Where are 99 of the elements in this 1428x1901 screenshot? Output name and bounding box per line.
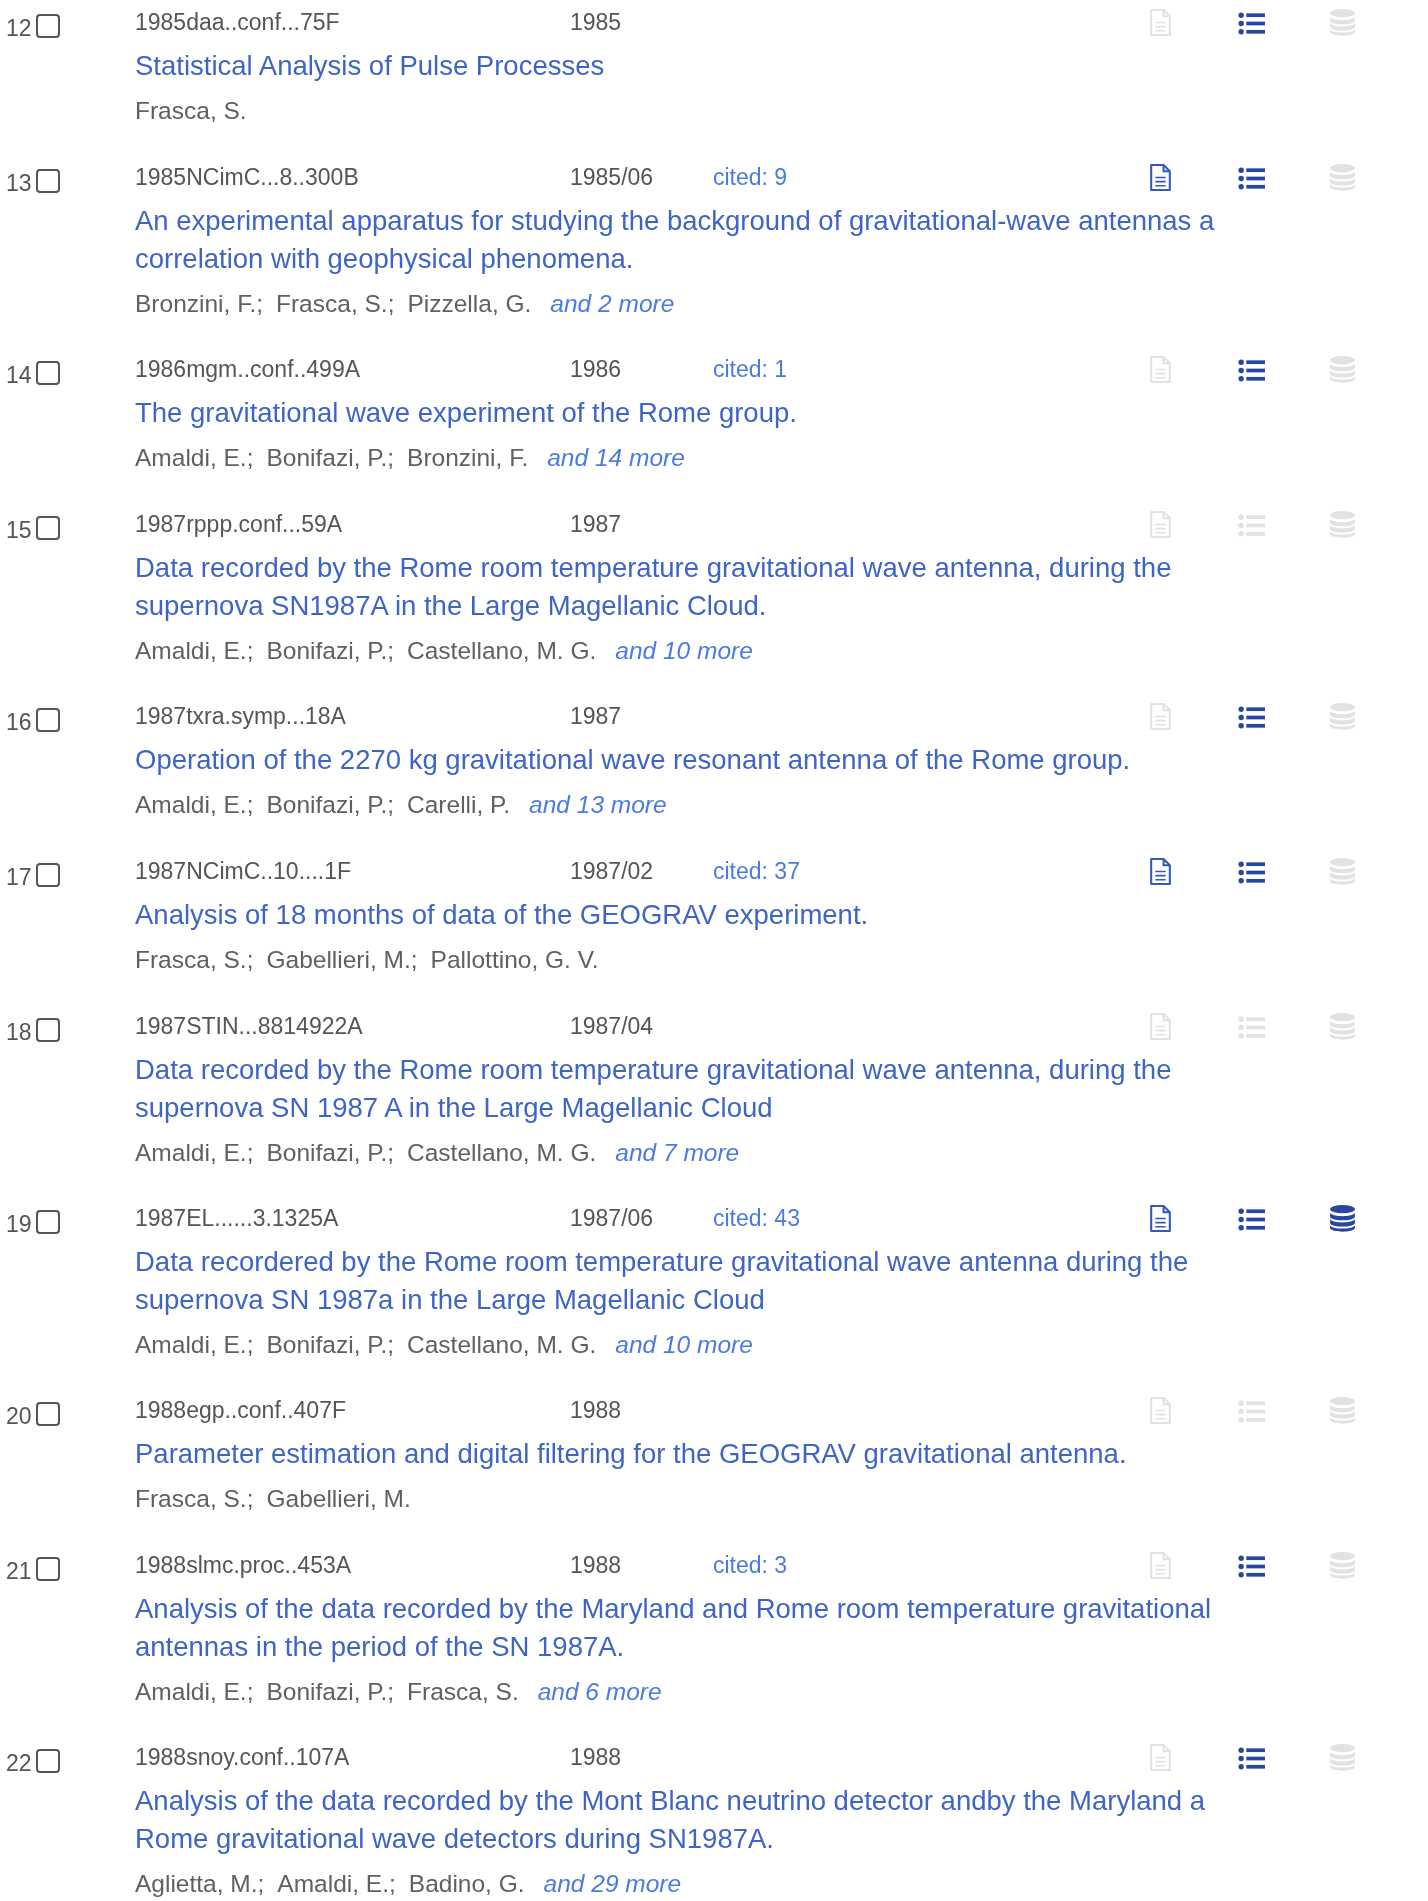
citation-count-link[interactable]: cited: 3 [713, 1551, 788, 1578]
author-name[interactable]: Bronzini, F. [407, 444, 529, 472]
select-checkbox[interactable] [35, 1210, 60, 1234]
select-checkbox[interactable] [35, 1749, 60, 1773]
author-name[interactable]: Aglietta, M.; [135, 1870, 265, 1898]
select-checkbox[interactable] [35, 361, 60, 385]
publication-date: 1988 [570, 1396, 623, 1424]
publication-date: 1987 [570, 510, 623, 538]
article-title-link[interactable]: Analysis of the data recorded by the Mont Blanc neutrino detector andby the Maryland a Rome gravitational wave detectors during SN1987A. [135, 1782, 1206, 1858]
citation-count-link[interactable]: cited: 1 [713, 355, 788, 382]
result-number: 19 [6, 1210, 32, 1239]
select-checkbox[interactable] [35, 169, 60, 193]
bibcode-link[interactable]: 1985NCimC...8..300B [135, 163, 570, 191]
select-checkbox[interactable] [35, 1402, 60, 1426]
more-authors-link[interactable]: and 2 more [550, 290, 675, 318]
author-name[interactable]: Bonifazi, P.; [266, 637, 395, 665]
bibcode-link[interactable]: 1987NCimC..10....1F [135, 857, 570, 885]
select-checkbox[interactable] [35, 516, 60, 540]
bibcode-link[interactable]: 1987rppp.conf...59A [135, 510, 570, 538]
bibcode-link[interactable]: 1987STIN...8814922A [135, 1012, 570, 1040]
publication-date: 1987/02 [570, 857, 655, 885]
author-name[interactable]: Frasca, S.; [276, 290, 395, 318]
bibcode-link[interactable]: 1986mgm..conf..499A [135, 355, 570, 383]
result-number: 21 [6, 1557, 32, 1586]
result-number: 12 [6, 14, 32, 43]
author-name[interactable]: Frasca, S. [135, 97, 247, 125]
citation-count-link[interactable]: cited: 37 [713, 857, 800, 884]
author-name[interactable]: Carelli, P. [407, 791, 511, 819]
article-title-link[interactable]: The gravitational wave experiment of the Rome group. [135, 394, 797, 432]
author-name[interactable]: Bonifazi, P.; [266, 1678, 395, 1706]
publication-date: 1985/06 [570, 163, 655, 191]
author-name[interactable]: Amaldi, E.; [135, 1678, 254, 1706]
author-name[interactable]: Amaldi, E.; [135, 1331, 254, 1359]
article-title-link[interactable]: Data recorded by the Rome room temperature gravitational wave antenna, during the supernova SN 1987 A in the Large Magellanic Cloud [135, 1051, 1172, 1127]
citation-count-link[interactable]: cited: 43 [713, 1204, 800, 1231]
publication-date: 1987/04 [570, 1012, 655, 1040]
result-number: 16 [6, 708, 32, 737]
author-name[interactable]: Amaldi, E.; [135, 1139, 254, 1167]
more-authors-link[interactable]: and 14 more [547, 444, 685, 472]
author-name[interactable]: Badino, G. [408, 1870, 525, 1898]
article-title-link[interactable]: Operation of the 2270 kg gravitational wave resonant antenna of the Rome group. [135, 741, 1131, 779]
author-name[interactable]: Bonifazi, P.; [266, 791, 395, 819]
publication-date: 1988 [570, 1743, 623, 1771]
more-authors-link[interactable]: and 10 more [615, 637, 753, 665]
database-icon[interactable] [1328, 1203, 1357, 1233]
author-name[interactable]: Amaldi, E.; [135, 791, 254, 819]
more-authors-link[interactable]: and 7 more [615, 1139, 740, 1167]
select-checkbox[interactable] [35, 863, 60, 887]
publication-date: 1985 [570, 8, 623, 36]
author-name[interactable]: Amaldi, E.; [135, 444, 254, 472]
select-checkbox[interactable] [35, 14, 60, 38]
result-number: 18 [6, 1018, 32, 1047]
article-title-link[interactable]: Analysis of 18 months of data of the GEOGRAV experiment. [135, 896, 869, 934]
article-title-link[interactable]: Data recorded by the Rome room temperature gravitational wave antenna, during the supernova SN1987A in the Large Magellanic Cloud. [135, 549, 1172, 625]
result-number: 15 [6, 516, 32, 545]
citation-count-link[interactable]: cited: 9 [713, 163, 788, 190]
more-authors-link[interactable]: and 6 more [537, 1678, 662, 1706]
result-number: 14 [6, 361, 32, 390]
publication-date: 1987 [570, 702, 623, 730]
article-title-link[interactable]: An experimental apparatus for studying the background of gravitational-wave antennas a correlation with geophysical phenomena. [135, 202, 1215, 278]
author-name[interactable]: Bonifazi, P.; [266, 1139, 395, 1167]
author-name[interactable]: Bonifazi, P.; [266, 1331, 395, 1359]
bibcode-link[interactable]: 1988snoy.conf..107A [135, 1743, 570, 1771]
select-checkbox[interactable] [35, 1557, 60, 1581]
author-name[interactable]: Pizzella, G. [407, 290, 532, 318]
author-name[interactable]: Gabellieri, M. [266, 1485, 411, 1513]
result-number: 20 [6, 1402, 32, 1431]
bibcode-link[interactable]: 1987EL......3.1325A [135, 1204, 570, 1232]
author-name[interactable]: Pallottino, G. V. [430, 946, 599, 974]
bibcode-link[interactable]: 1985daa..conf...75F [135, 8, 570, 36]
more-authors-link[interactable]: and 10 more [615, 1331, 753, 1359]
bibcode-link[interactable]: 1988egp..conf..407F [135, 1396, 570, 1424]
author-name[interactable]: Castellano, M. G. [407, 637, 597, 665]
publication-date: 1988 [570, 1551, 623, 1579]
author-name[interactable]: Frasca, S. [407, 1678, 519, 1706]
author-name[interactable]: Castellano, M. G. [407, 1139, 597, 1167]
author-name[interactable]: Castellano, M. G. [407, 1331, 597, 1359]
author-name[interactable]: Bonifazi, P.; [266, 444, 395, 472]
result-number: 13 [6, 169, 32, 198]
publication-date: 1987/06 [570, 1204, 655, 1232]
select-checkbox[interactable] [35, 1018, 60, 1042]
author-name[interactable]: Amaldi, E.; [277, 1870, 396, 1898]
author-name[interactable]: Bronzini, F.; [135, 290, 263, 318]
article-title-link[interactable]: Analysis of the data recorded by the Maryland and Rome room temperature gravitational antennas in the period of the SN 1987A. [135, 1590, 1212, 1666]
bibcode-link[interactable]: 1987txra.symp...18A [135, 702, 570, 730]
author-name[interactable]: Amaldi, E.; [135, 637, 254, 665]
more-authors-link[interactable]: and 13 more [529, 791, 667, 819]
author-name[interactable]: Gabellieri, M.; [266, 946, 418, 974]
result-number: 17 [6, 863, 32, 892]
publication-date: 1986 [570, 355, 623, 383]
bibcode-link[interactable]: 1988slmc.proc..453A [135, 1551, 570, 1579]
result-number: 22 [6, 1749, 32, 1778]
article-title-link[interactable]: Statistical Analysis of Pulse Processes [135, 47, 605, 85]
article-title-link[interactable]: Data recordered by the Rome room temperature gravitational wave antenna during the supernova SN 1987a in the Large Magellanic Cloud [135, 1243, 1189, 1319]
author-name[interactable]: Frasca, S.; [135, 1485, 254, 1513]
article-title-link[interactable]: Parameter estimation and digital filtering for the GEOGRAV gravitational antenna. [135, 1435, 1127, 1473]
author-name[interactable]: Frasca, S.; [135, 946, 254, 974]
select-checkbox[interactable] [35, 708, 60, 732]
more-authors-link[interactable]: and 29 more [543, 1870, 682, 1898]
